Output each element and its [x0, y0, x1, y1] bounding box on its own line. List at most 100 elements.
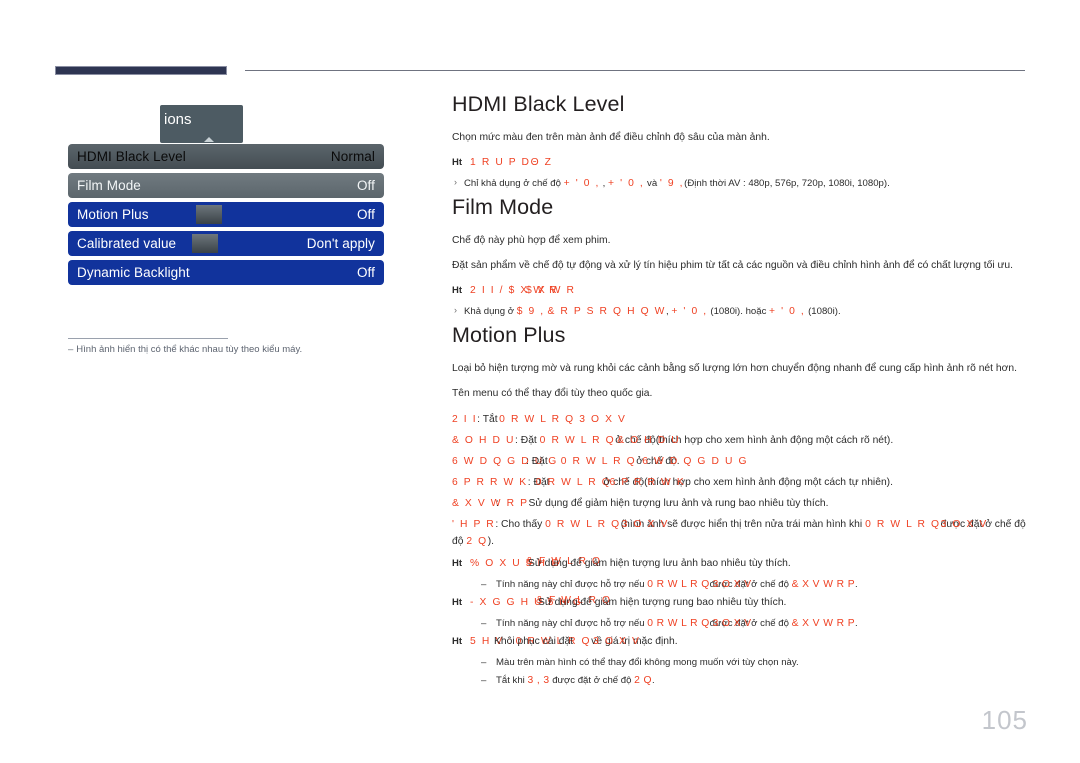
page-number: 105 — [981, 705, 1028, 735]
option-sep: : Cho thấy — [495, 519, 543, 530]
osd-row-value: Off — [356, 265, 375, 280]
osd-row-label: Motion Plus — [77, 207, 149, 222]
overlap-layer-b: 3 O X V — [621, 519, 669, 530]
overlapped-text: : Tắt: Tắt0 R W L R Q 3 O X V — [477, 411, 625, 428]
motion-plus-description-1: Loại bỏ hiện tượng mờ và rung khỏi các c… — [452, 363, 1017, 374]
osd-row-dynamic-backlight[interactable]: Dynamic Backlight Off — [68, 260, 384, 285]
note-red-3: + ' 0 , — [671, 306, 708, 317]
demo-tail-text: độ — [452, 536, 464, 547]
scan-artifact-block — [196, 205, 222, 224]
last-note-red-1: 3 , 3 — [527, 675, 550, 686]
osd-menu-title: ions — [164, 111, 192, 128]
note-red-2: & R P S R Q H Q W — [547, 306, 666, 317]
note-prefix: Chỉ khả dụng ở chế độ — [464, 178, 561, 189]
ht-marker: Ht — [452, 636, 463, 647]
section-title-hdmi-black-level: HDMI Black Level — [452, 92, 625, 116]
scan-artifact-block — [192, 234, 218, 253]
overlapped-text: ở chế độở chế độ6 W D Q G D U G — [636, 453, 746, 470]
last-note-end: . — [651, 675, 655, 686]
osd-menu-rows: HDMI Black Level Normal Film Mode Off Mo… — [68, 144, 384, 289]
osd-row-label: HDMI Black Level — [77, 149, 186, 164]
note-tail-2: (1080i). — [808, 306, 841, 317]
demo-tail-red: 2 Q — [466, 536, 488, 547]
overlap-layer-c: Sử dụng để giảm hiện tượng rung bao nhiê… — [538, 597, 787, 608]
overlap-layer-b: $ X W R — [526, 285, 576, 296]
overlap-layer-b: 0 R W L R Q 3 O X V — [499, 414, 627, 425]
option-key: & O H D U — [452, 435, 516, 446]
note-tail: (Định thời AV : 480p, 576p, 720p, 1080i,… — [684, 178, 890, 189]
osd-row-motion-plus[interactable]: Motion Plus Off — [68, 202, 384, 227]
note-red-3: ' 9 , — [659, 178, 685, 189]
overlap-layer-c: Sử dụng để giảm hiện tượng lưu ảnh bao n… — [528, 558, 791, 569]
overlap-layer-b: & O H D U — [617, 435, 681, 446]
sub-end: . — [854, 579, 858, 590]
overlap-layer-b: 3 O X V — [712, 618, 752, 629]
motion-plus-option-demo: ' H P R: Cho thấy 0 R W L R Q (hình ảnh s… — [452, 516, 1027, 533]
overlap-layer-b: 3 O X V — [593, 636, 641, 647]
sub-red-2: & X V W R P — [791, 579, 855, 590]
overlap-layer-b: : Đặt — [526, 456, 548, 467]
osd-row-value: Off — [356, 207, 375, 222]
osd-menu-title-chip: ions — [160, 105, 243, 143]
option-key: 6 P R R W K — [452, 477, 528, 488]
osd-note-divider — [68, 338, 228, 339]
option-tail: (thích hợp cho xem hình ảnh động một các… — [655, 435, 894, 446]
overlapped-text: được đặt ở chế độđược đặt ở chế độ3 O X … — [710, 577, 789, 592]
osd-row-label: Calibrated value — [77, 236, 177, 251]
overlap-layer-a: & X V W R P — [452, 498, 529, 509]
hdmi-black-level-ht-value: 1 R U P DΘ Z — [470, 157, 553, 168]
osd-row-value: Normal — [330, 149, 375, 164]
header-divider-line — [245, 70, 1025, 71]
sub-end: . — [854, 618, 858, 629]
note-red-2: + ' 0 , — [608, 178, 645, 189]
document-body: HDMI Black Level Chọn mức màu đen trên m… — [452, 92, 1027, 691]
note-red-1: + ' 0 , — [563, 178, 600, 189]
sub-red-2: & X V W R P — [791, 618, 855, 629]
last-note-mid: được đặt ở chế độ — [552, 675, 632, 686]
overlap-layer-a: : Tắt — [477, 414, 498, 425]
osd-row-film-mode[interactable]: Film Mode Off — [68, 173, 384, 198]
film-mode-description-2: Đặt sản phẩm về chế độ tự động và xử lý … — [452, 260, 1013, 271]
hdmi-black-level-availability-note: Chỉ khả dụng ở chế độ + ' 0 , , + ' 0 , … — [452, 175, 1027, 191]
osd-row-value: Don't apply — [306, 236, 375, 251]
film-mode-availability-note: Khả dụng ở $ 9 , & R P S R Q H Q W, + ' … — [452, 303, 1027, 319]
note-sep: , — [666, 306, 669, 317]
ht-marker: Ht — [452, 285, 463, 296]
ht-marker: Ht — [452, 597, 463, 608]
osd-note: ‒ Hình ảnh hiển thị có thể khác nhau tùy … — [68, 344, 388, 355]
motion-plus-tail-note-2: Tắt khi 3 , 3 được đặt ở chế độ 2 Q. — [452, 673, 1027, 688]
motion-plus-tail-note-1: Màu trên màn hình có thể thay đổi không … — [452, 655, 1027, 670]
overlapped-text: : Đặt: Đặt0 R W L R Q — [528, 474, 610, 491]
overlap-layer-b: 6 P R R W K — [609, 477, 686, 488]
osd-row-label: Film Mode — [77, 178, 141, 193]
motion-plus-option-off: 2 I I: Tắt: Tắt0 R W L R Q 3 O X V — [452, 411, 1027, 428]
overlapped-text: (hình ảnh sẽ được hiển thị trên nửa trái… — [621, 516, 862, 533]
overlapped-text: được đặt ở chế độđược đặt ở chế độ3 O X … — [710, 616, 789, 631]
overlapped-text: ở chế độở chế độ& O H D U — [615, 432, 678, 449]
overlapped-text: 6 W D Q G D U G6 W D Q G D U G: Đặt — [452, 453, 558, 470]
up-caret-icon — [204, 137, 214, 142]
hdmi-black-level-description: Chọn mức màu đen trên màn ảnh để điều ch… — [452, 132, 770, 143]
motion-plus-ht-judder-note: Tính năng này chỉ được hỗ trợ nếu 0 R W … — [452, 616, 1027, 631]
demo-tail-end: ). — [487, 536, 495, 547]
overlapped-text: & X V W R P& X V W R P: — [452, 495, 529, 512]
overlap-layer-b: 6 W D Q G D U G — [642, 456, 749, 467]
option-red-a: 0 R W L R Q — [539, 435, 616, 446]
ht-marker: Ht — [452, 157, 463, 168]
overlap-layer-b: : — [496, 498, 499, 509]
option-key: 2 I I — [452, 414, 478, 425]
motion-plus-option-demo-continued: độ 2 Q). — [452, 533, 1027, 550]
osd-row-hdmi-black-level[interactable]: HDMI Black Level Normal — [68, 144, 384, 169]
overlap-layer-b: 3 O X V — [940, 519, 988, 530]
section-title-film-mode: Film Mode — [452, 195, 554, 219]
motion-plus-ht-judder: Ht - X G G H U 5 H G- X G G H U 5 H G& F … — [452, 595, 1027, 611]
overlap-layer-b: 0 R W L R Q — [535, 477, 612, 488]
osd-row-calibrated-value[interactable]: Calibrated value Don't apply — [68, 231, 384, 256]
overlap-layer-b: 3 O X V — [712, 579, 752, 590]
sub-red-1: 0 R W L R Q — [647, 579, 710, 590]
note-red-1: $ 9 , — [516, 306, 545, 317]
header-accent-tab — [55, 66, 227, 75]
motion-plus-ht-reset: Ht5 H V :5 H V :Khôi phục cài đặt 0 R W … — [452, 634, 1027, 650]
overlapped-text: - X G G H U 5 H G- X G G H U 5 H G& F W … — [470, 595, 786, 611]
motion-plus-ht-blur-note: Tính năng này chỉ được hỗ trợ nếu 0 R W … — [452, 577, 1027, 592]
